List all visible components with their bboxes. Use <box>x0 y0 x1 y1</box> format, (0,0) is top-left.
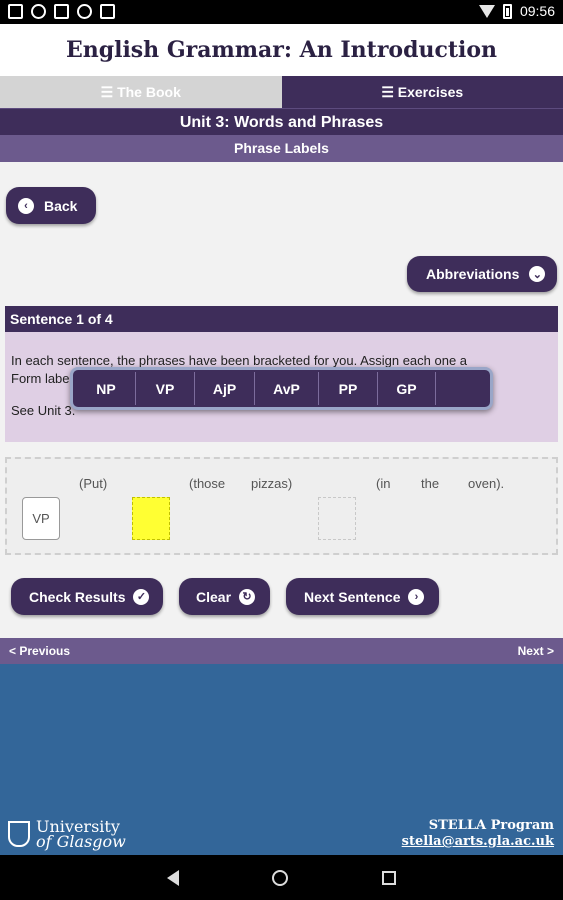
page-nav-bar: < Previous Next > <box>0 638 563 664</box>
option-ajp[interactable]: AjP <box>195 372 255 405</box>
list-icon: ☰ <box>381 84 398 100</box>
program-name: STELLA Program <box>428 818 554 833</box>
sentence-word: oven). <box>468 476 505 491</box>
abbreviations-button[interactable]: Abbreviations ⌄ <box>407 256 557 292</box>
next-sentence-button[interactable]: Next Sentence › <box>286 578 439 615</box>
option-pp[interactable]: PP <box>319 372 378 405</box>
back-button[interactable]: ‹ Back <box>6 187 96 224</box>
back-label: Back <box>44 197 78 214</box>
battery-icon <box>502 3 512 19</box>
tab-label: The Book <box>117 84 181 100</box>
sentence-word: (in <box>376 476 391 491</box>
sentence-word: the <box>421 476 440 491</box>
option-blank[interactable] <box>436 372 484 405</box>
sentence-drop-area: (Put) (those pizzas) (in the oven). VP <box>5 457 558 555</box>
stella-info: STELLA Program stella@arts.gla.ac.uk <box>402 818 554 850</box>
android-icon <box>77 4 92 19</box>
sentence-header: Sentence 1 of 4 <box>5 306 558 332</box>
option-avp[interactable]: AvP <box>255 372 319 405</box>
wifi-icon <box>478 4 495 18</box>
unit-title: Unit 3: Words and Phrases <box>0 108 563 135</box>
exercise-content: ‹ Back Abbreviations ⌄ Sentence 1 of 4 I… <box>0 162 563 638</box>
next-link[interactable]: Next > <box>518 638 554 664</box>
check-results-button[interactable]: Check Results ✓ <box>11 578 163 615</box>
check-results-label: Check Results <box>29 588 126 605</box>
option-vp[interactable]: VP <box>136 372 195 405</box>
photo-icon <box>100 4 115 19</box>
footer: University of Glasgow STELLA Program ste… <box>0 664 563 855</box>
home-nav-icon[interactable] <box>272 869 289 886</box>
previous-link[interactable]: < Previous <box>9 638 70 664</box>
assigned-label-box[interactable]: VP <box>22 497 60 540</box>
tab-exercises[interactable]: ☰ Exercises <box>281 76 563 108</box>
option-gp[interactable]: GP <box>378 372 436 405</box>
empty-label-slot[interactable] <box>318 497 356 540</box>
instruction-text: In each sentence, the phrases have been … <box>11 353 468 368</box>
notification-icons <box>8 4 115 19</box>
tab-bar: ☰ The Book ☰ Exercises <box>0 76 563 108</box>
chevron-right-icon: › <box>408 588 425 605</box>
crest-icon <box>8 821 30 847</box>
mail-icon <box>54 4 69 19</box>
section-title: Phrase Labels <box>0 135 563 162</box>
list-icon: ☰ <box>100 84 118 100</box>
tab-label: Exercises <box>397 84 464 100</box>
university-logo[interactable]: University of Glasgow <box>8 819 126 851</box>
wifi-alert-icon <box>31 4 46 19</box>
back-nav-icon[interactable] <box>166 869 179 886</box>
clock: 09:56 <box>519 3 555 19</box>
chevron-left-icon: ‹ <box>18 197 34 214</box>
clear-label: Clear <box>196 588 232 605</box>
status-bar: 09:56 <box>0 0 563 24</box>
instruction-text: Form label. <box>11 371 77 386</box>
refresh-icon: ↻ <box>239 588 256 605</box>
chevron-down-icon: ⌄ <box>529 266 546 282</box>
sentence-word: (those <box>189 476 226 491</box>
check-icon: ✓ <box>133 588 150 605</box>
sentence-word: (Put) <box>79 476 108 491</box>
option-np[interactable]: NP <box>77 372 136 405</box>
app-title: English Grammar: An Introduction <box>0 24 563 76</box>
notification-icon <box>8 4 23 19</box>
selected-label-slot[interactable] <box>132 497 170 540</box>
sentence-word: pizzas) <box>251 476 293 491</box>
email-link[interactable]: stella@arts.gla.ac.uk <box>402 834 554 850</box>
university-name-line2: of Glasgow <box>36 832 126 851</box>
system-nav-bar <box>0 855 563 900</box>
clear-button[interactable]: Clear ↻ <box>179 578 270 615</box>
recent-apps-icon[interactable] <box>382 870 397 885</box>
abbreviations-label: Abbreviations <box>426 266 520 282</box>
phrase-label-picker: NP VP AjP AvP PP GP <box>70 367 493 410</box>
next-sentence-label: Next Sentence <box>304 588 401 605</box>
tab-the-book[interactable]: ☰ The Book <box>0 76 282 108</box>
